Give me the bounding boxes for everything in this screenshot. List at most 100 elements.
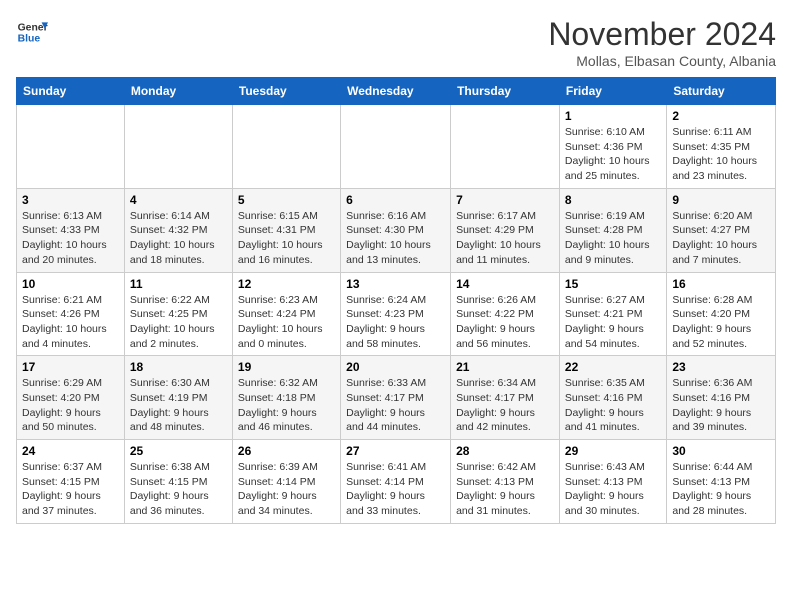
calendar-cell: [17, 105, 125, 189]
day-number: 28: [456, 444, 554, 458]
logo: General Blue: [16, 16, 48, 48]
title-area: November 2024 Mollas, Elbasan County, Al…: [548, 16, 776, 69]
day-info: Sunrise: 6:19 AM Sunset: 4:28 PM Dayligh…: [565, 209, 661, 268]
day-number: 27: [346, 444, 445, 458]
calendar-table: SundayMondayTuesdayWednesdayThursdayFrid…: [16, 77, 776, 524]
day-info: Sunrise: 6:30 AM Sunset: 4:19 PM Dayligh…: [130, 376, 227, 435]
day-info: Sunrise: 6:38 AM Sunset: 4:15 PM Dayligh…: [130, 460, 227, 519]
calendar-cell: 4 Sunrise: 6:14 AM Sunset: 4:32 PM Daylig…: [124, 188, 232, 272]
calendar-cell: 29 Sunrise: 6:43 AM Sunset: 4:13 PM Dayli…: [559, 440, 666, 524]
day-info: Sunrise: 6:10 AM Sunset: 4:36 PM Dayligh…: [565, 125, 661, 184]
day-info: Sunrise: 6:14 AM Sunset: 4:32 PM Dayligh…: [130, 209, 227, 268]
day-info: Sunrise: 6:43 AM Sunset: 4:13 PM Dayligh…: [565, 460, 661, 519]
day-number: 30: [672, 444, 770, 458]
day-number: 20: [346, 360, 445, 374]
day-number: 5: [238, 193, 335, 207]
day-number: 17: [22, 360, 119, 374]
day-info: Sunrise: 6:39 AM Sunset: 4:14 PM Dayligh…: [238, 460, 335, 519]
day-number: 24: [22, 444, 119, 458]
calendar-cell: 9Sunrise: 6:20 AM Sunset: 4:27 PM Daylig…: [667, 188, 776, 272]
day-info: Sunrise: 6:16 AM Sunset: 4:30 PM Dayligh…: [346, 209, 445, 268]
day-info: Sunrise: 6:28 AM Sunset: 4:20 PM Dayligh…: [672, 293, 770, 352]
day-number: 8: [565, 193, 661, 207]
day-number: 16: [672, 277, 770, 291]
calendar-cell: 1 Sunrise: 6:10 AM Sunset: 4:36 PM Daylig…: [559, 105, 666, 189]
calendar-row: 1 Sunrise: 6:10 AM Sunset: 4:36 PM Daylig…: [17, 105, 776, 189]
day-number: 6: [346, 193, 445, 207]
calendar-cell: 2Sunrise: 6:11 AM Sunset: 4:35 PM Daylig…: [667, 105, 776, 189]
calendar-row: 3 Sunrise: 6:13 AM Sunset: 4:33 PM Daylig…: [17, 188, 776, 272]
day-number: 19: [238, 360, 335, 374]
weekday-header-cell: Thursday: [451, 78, 560, 105]
calendar-cell: 10 Sunrise: 6:21 AM Sunset: 4:26 PM Dayli…: [17, 272, 125, 356]
calendar-cell: 28 Sunrise: 6:42 AM Sunset: 4:13 PM Dayli…: [451, 440, 560, 524]
calendar-cell: [341, 105, 451, 189]
day-info: Sunrise: 6:35 AM Sunset: 4:16 PM Dayligh…: [565, 376, 661, 435]
day-info: Sunrise: 6:13 AM Sunset: 4:33 PM Dayligh…: [22, 209, 119, 268]
day-info: Sunrise: 6:22 AM Sunset: 4:25 PM Dayligh…: [130, 293, 227, 352]
location-subtitle: Mollas, Elbasan County, Albania: [548, 53, 776, 69]
day-number: 15: [565, 277, 661, 291]
weekday-header-row: SundayMondayTuesdayWednesdayThursdayFrid…: [17, 78, 776, 105]
calendar-cell: 8 Sunrise: 6:19 AM Sunset: 4:28 PM Daylig…: [559, 188, 666, 272]
day-number: 21: [456, 360, 554, 374]
day-number: 22: [565, 360, 661, 374]
day-info: Sunrise: 6:36 AM Sunset: 4:16 PM Dayligh…: [672, 376, 770, 435]
day-number: 26: [238, 444, 335, 458]
day-number: 9: [672, 193, 770, 207]
calendar-cell: 25 Sunrise: 6:38 AM Sunset: 4:15 PM Dayli…: [124, 440, 232, 524]
day-number: 23: [672, 360, 770, 374]
calendar-cell: 5 Sunrise: 6:15 AM Sunset: 4:31 PM Daylig…: [232, 188, 340, 272]
calendar-cell: 13 Sunrise: 6:24 AM Sunset: 4:23 PM Dayli…: [341, 272, 451, 356]
logo-icon: General Blue: [16, 16, 48, 48]
page-header: General Blue November 2024 Mollas, Elbas…: [16, 16, 776, 69]
day-info: Sunrise: 6:11 AM Sunset: 4:35 PM Dayligh…: [672, 125, 770, 184]
day-number: 29: [565, 444, 661, 458]
calendar-cell: 27 Sunrise: 6:41 AM Sunset: 4:14 PM Dayli…: [341, 440, 451, 524]
weekday-header-cell: Saturday: [667, 78, 776, 105]
day-number: 4: [130, 193, 227, 207]
calendar-row: 24Sunrise: 6:37 AM Sunset: 4:15 PM Dayli…: [17, 440, 776, 524]
month-title: November 2024: [548, 16, 776, 53]
calendar-cell: 23 Sunrise: 6:36 AM Sunset: 4:16 PM Dayli…: [667, 356, 776, 440]
calendar-cell: 11Sunrise: 6:22 AM Sunset: 4:25 PM Dayli…: [124, 272, 232, 356]
weekday-header-cell: Friday: [559, 78, 666, 105]
svg-text:Blue: Blue: [18, 34, 41, 45]
day-info: Sunrise: 6:27 AM Sunset: 4:21 PM Dayligh…: [565, 293, 661, 352]
day-number: 3: [22, 193, 119, 207]
calendar-cell: 20 Sunrise: 6:33 AM Sunset: 4:17 PM Dayli…: [341, 356, 451, 440]
day-info: Sunrise: 6:41 AM Sunset: 4:14 PM Dayligh…: [346, 460, 445, 519]
day-number: 13: [346, 277, 445, 291]
day-number: 25: [130, 444, 227, 458]
calendar-cell: 21 Sunrise: 6:34 AM Sunset: 4:17 PM Dayli…: [451, 356, 560, 440]
day-info: Sunrise: 6:44 AM Sunset: 4:13 PM Dayligh…: [672, 460, 770, 519]
day-info: Sunrise: 6:17 AM Sunset: 4:29 PM Dayligh…: [456, 209, 554, 268]
day-number: 12: [238, 277, 335, 291]
calendar-cell: 12Sunrise: 6:23 AM Sunset: 4:24 PM Dayli…: [232, 272, 340, 356]
day-number: 1: [565, 109, 661, 123]
calendar-row: 17 Sunrise: 6:29 AM Sunset: 4:20 PM Dayli…: [17, 356, 776, 440]
day-info: Sunrise: 6:24 AM Sunset: 4:23 PM Dayligh…: [346, 293, 445, 352]
calendar-cell: 19 Sunrise: 6:32 AM Sunset: 4:18 PM Dayli…: [232, 356, 340, 440]
calendar-cell: [124, 105, 232, 189]
day-number: 10: [22, 277, 119, 291]
calendar-cell: [451, 105, 560, 189]
weekday-header-cell: Tuesday: [232, 78, 340, 105]
day-info: Sunrise: 6:29 AM Sunset: 4:20 PM Dayligh…: [22, 376, 119, 435]
calendar-cell: 26 Sunrise: 6:39 AM Sunset: 4:14 PM Dayli…: [232, 440, 340, 524]
day-number: 14: [456, 277, 554, 291]
day-info: Sunrise: 6:34 AM Sunset: 4:17 PM Dayligh…: [456, 376, 554, 435]
day-info: Sunrise: 6:15 AM Sunset: 4:31 PM Dayligh…: [238, 209, 335, 268]
day-info: Sunrise: 6:33 AM Sunset: 4:17 PM Dayligh…: [346, 376, 445, 435]
calendar-cell: [232, 105, 340, 189]
day-number: 18: [130, 360, 227, 374]
calendar-cell: 22 Sunrise: 6:35 AM Sunset: 4:16 PM Dayli…: [559, 356, 666, 440]
weekday-header-cell: Wednesday: [341, 78, 451, 105]
day-info: Sunrise: 6:21 AM Sunset: 4:26 PM Dayligh…: [22, 293, 119, 352]
calendar-cell: 16 Sunrise: 6:28 AM Sunset: 4:20 PM Dayli…: [667, 272, 776, 356]
day-info: Sunrise: 6:42 AM Sunset: 4:13 PM Dayligh…: [456, 460, 554, 519]
calendar-row: 10 Sunrise: 6:21 AM Sunset: 4:26 PM Dayli…: [17, 272, 776, 356]
day-info: Sunrise: 6:32 AM Sunset: 4:18 PM Dayligh…: [238, 376, 335, 435]
calendar-cell: 7 Sunrise: 6:17 AM Sunset: 4:29 PM Daylig…: [451, 188, 560, 272]
day-number: 7: [456, 193, 554, 207]
